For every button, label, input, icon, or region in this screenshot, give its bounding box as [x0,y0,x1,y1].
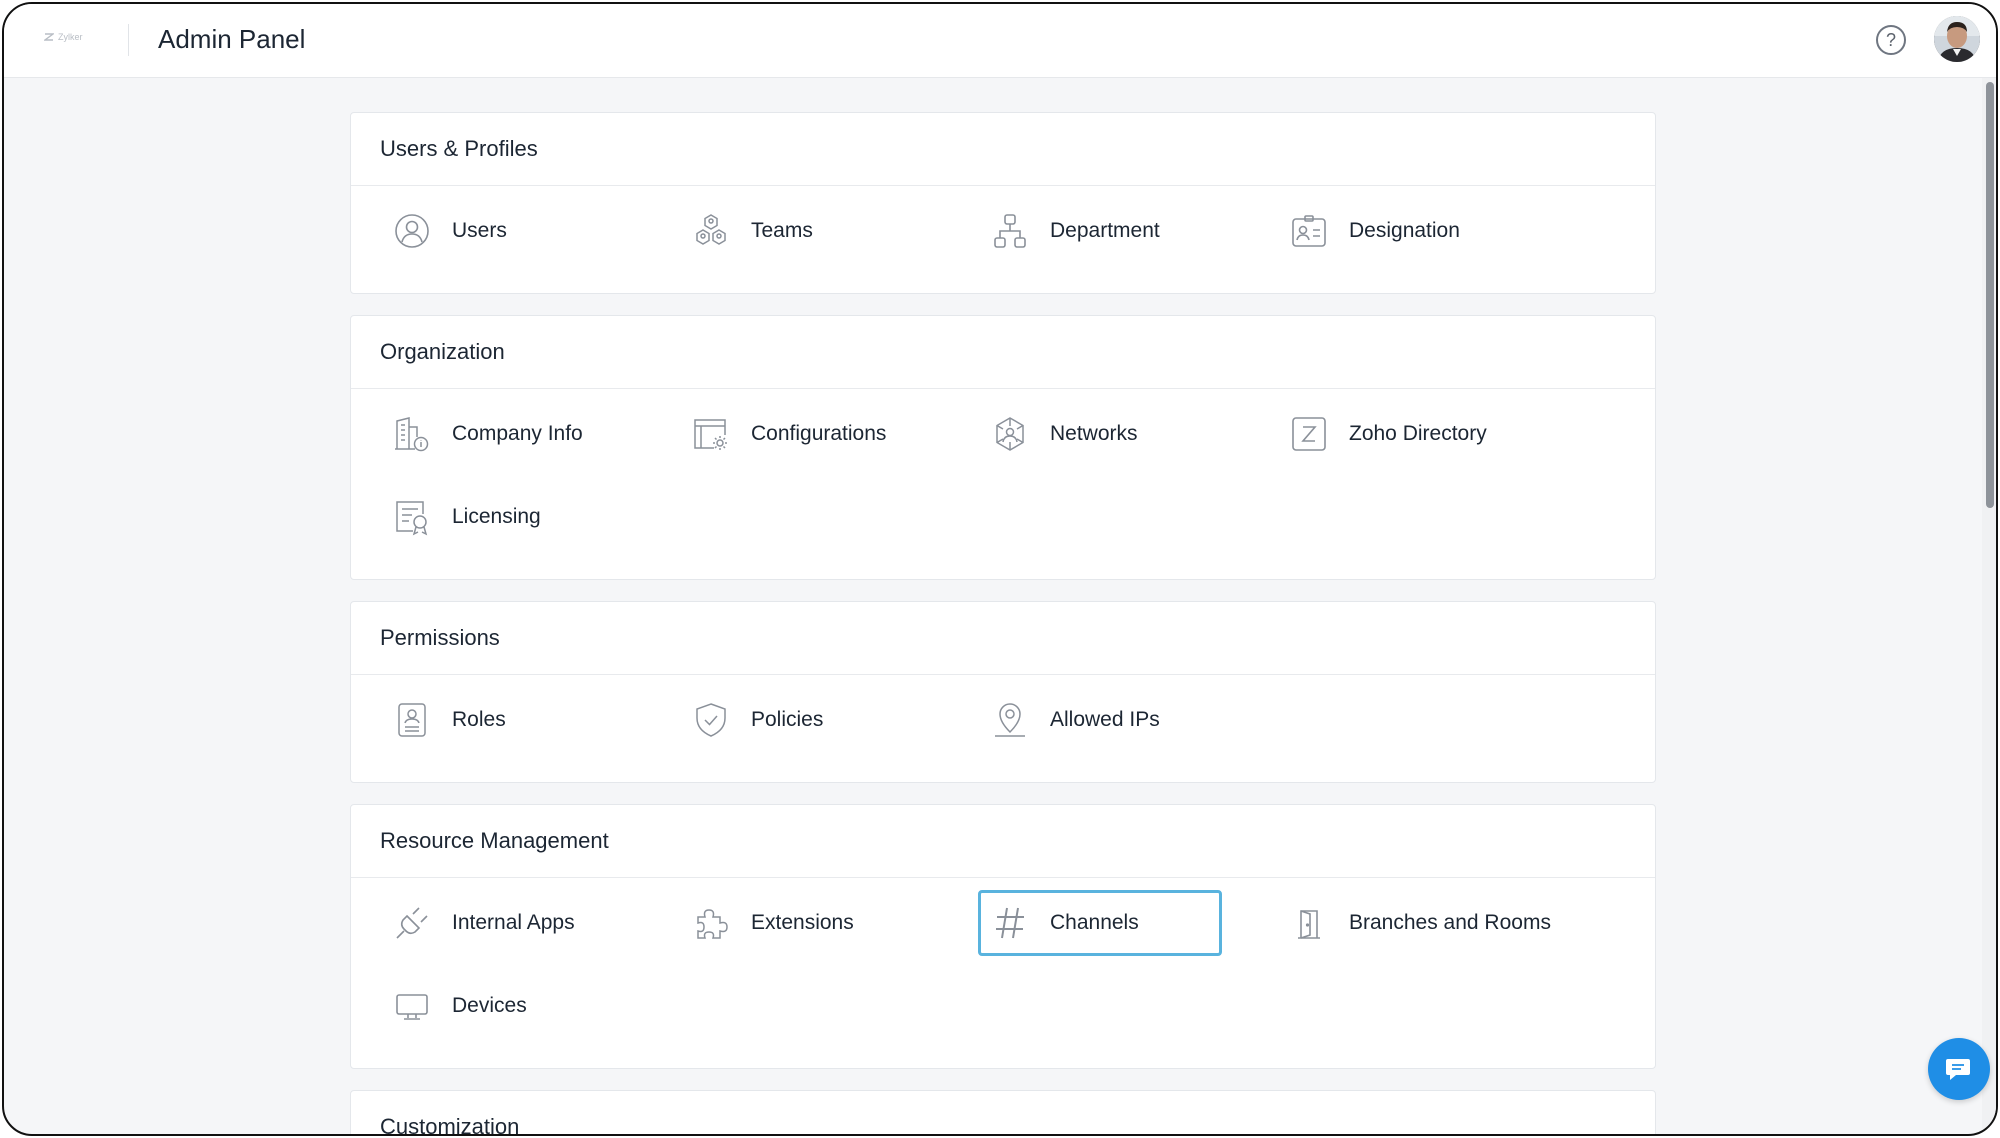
section-title: Organization [351,316,1655,389]
help-icon: ? [1885,29,1896,50]
plug-icon [393,904,431,942]
item-devices[interactable]: Devices [380,973,624,1039]
puzzle-icon [692,904,730,942]
item-label: Users [452,219,507,242]
brand-logo[interactable]: Zylker [44,32,83,42]
section-title: Permissions [351,602,1655,675]
section-title: Users & Profiles [351,113,1655,186]
section-users-profiles: Users & Profiles Users Teams Department … [350,112,1656,294]
item-networks[interactable]: Networks [978,401,1222,467]
door-icon [1290,904,1328,942]
avatar-image [1934,16,1980,62]
section-resource-management: Resource Management Internal Apps Extens… [350,804,1656,1069]
brand-logo-text: Zylker [58,32,83,42]
app-window: Zylker Admin Panel ? Users & Profiles Us… [2,2,1998,1136]
section-organization: Organization Company Info Configurations [350,315,1656,580]
item-label: Branches and Rooms [1349,911,1551,934]
item-label: Channels [1050,911,1139,934]
item-department[interactable]: Department [978,198,1222,264]
scrollbar-thumb[interactable] [1986,82,1994,508]
item-label: Company Info [452,422,583,445]
item-designation[interactable]: Designation [1277,198,1521,264]
item-label: Designation [1349,219,1460,242]
shield-icon [692,701,730,739]
teams-icon [692,212,730,250]
designation-icon [1290,212,1328,250]
item-zoho-directory[interactable]: Zoho Directory [1277,401,1521,467]
item-label: Networks [1050,422,1138,445]
section-title: Resource Management [351,805,1655,878]
header-divider [128,24,129,56]
item-label: Policies [751,708,824,731]
roles-icon [393,701,431,739]
item-label: Extensions [751,911,854,934]
item-extensions[interactable]: Extensions [679,890,923,956]
item-label: Roles [452,708,506,731]
item-users[interactable]: Users [380,198,624,264]
configurations-icon [692,415,730,453]
user-icon [393,212,431,250]
item-label: Zoho Directory [1349,422,1487,445]
chat-icon [1946,1059,1970,1080]
item-label: Allowed IPs [1050,708,1160,731]
item-company-info[interactable]: Company Info [380,401,624,467]
item-teams[interactable]: Teams [679,198,923,264]
item-label: Devices [452,994,527,1017]
item-internal-apps[interactable]: Internal Apps [380,890,624,956]
company-info-icon [393,415,431,453]
item-label: Internal Apps [452,911,575,934]
item-roles[interactable]: Roles [380,687,624,753]
item-channels[interactable]: Channels [978,890,1222,956]
page-title: Admin Panel [158,24,306,54]
admin-sections: Users & Profiles Users Teams Department … [350,112,1656,1136]
item-label: Configurations [751,422,887,445]
item-configurations[interactable]: Configurations [679,401,923,467]
item-label: Teams [751,219,813,242]
zylker-logo-icon [44,33,54,41]
department-icon [991,212,1029,250]
networks-icon [991,415,1029,453]
section-title: Customization [380,1114,520,1136]
licensing-icon [393,498,431,536]
item-label: Licensing [452,505,541,528]
monitor-icon [393,987,431,1025]
hash-icon [991,904,1029,942]
item-licensing[interactable]: Licensing [380,484,624,550]
item-policies[interactable]: Policies [679,687,923,753]
item-label: Department [1050,219,1160,242]
top-bar: Zylker Admin Panel ? [4,4,1996,78]
user-avatar[interactable] [1934,16,1980,62]
zoho-directory-icon [1290,415,1328,453]
section-permissions: Permissions Roles Policies Allowed IPs [350,601,1656,783]
section-customization: Customization [350,1090,1656,1136]
location-pin-icon [991,701,1029,739]
item-branches-and-rooms[interactable]: Branches and Rooms [1277,890,1551,956]
chat-button[interactable] [1928,1038,1990,1100]
item-allowed-ips[interactable]: Allowed IPs [978,687,1222,753]
help-button[interactable]: ? [1876,25,1906,55]
